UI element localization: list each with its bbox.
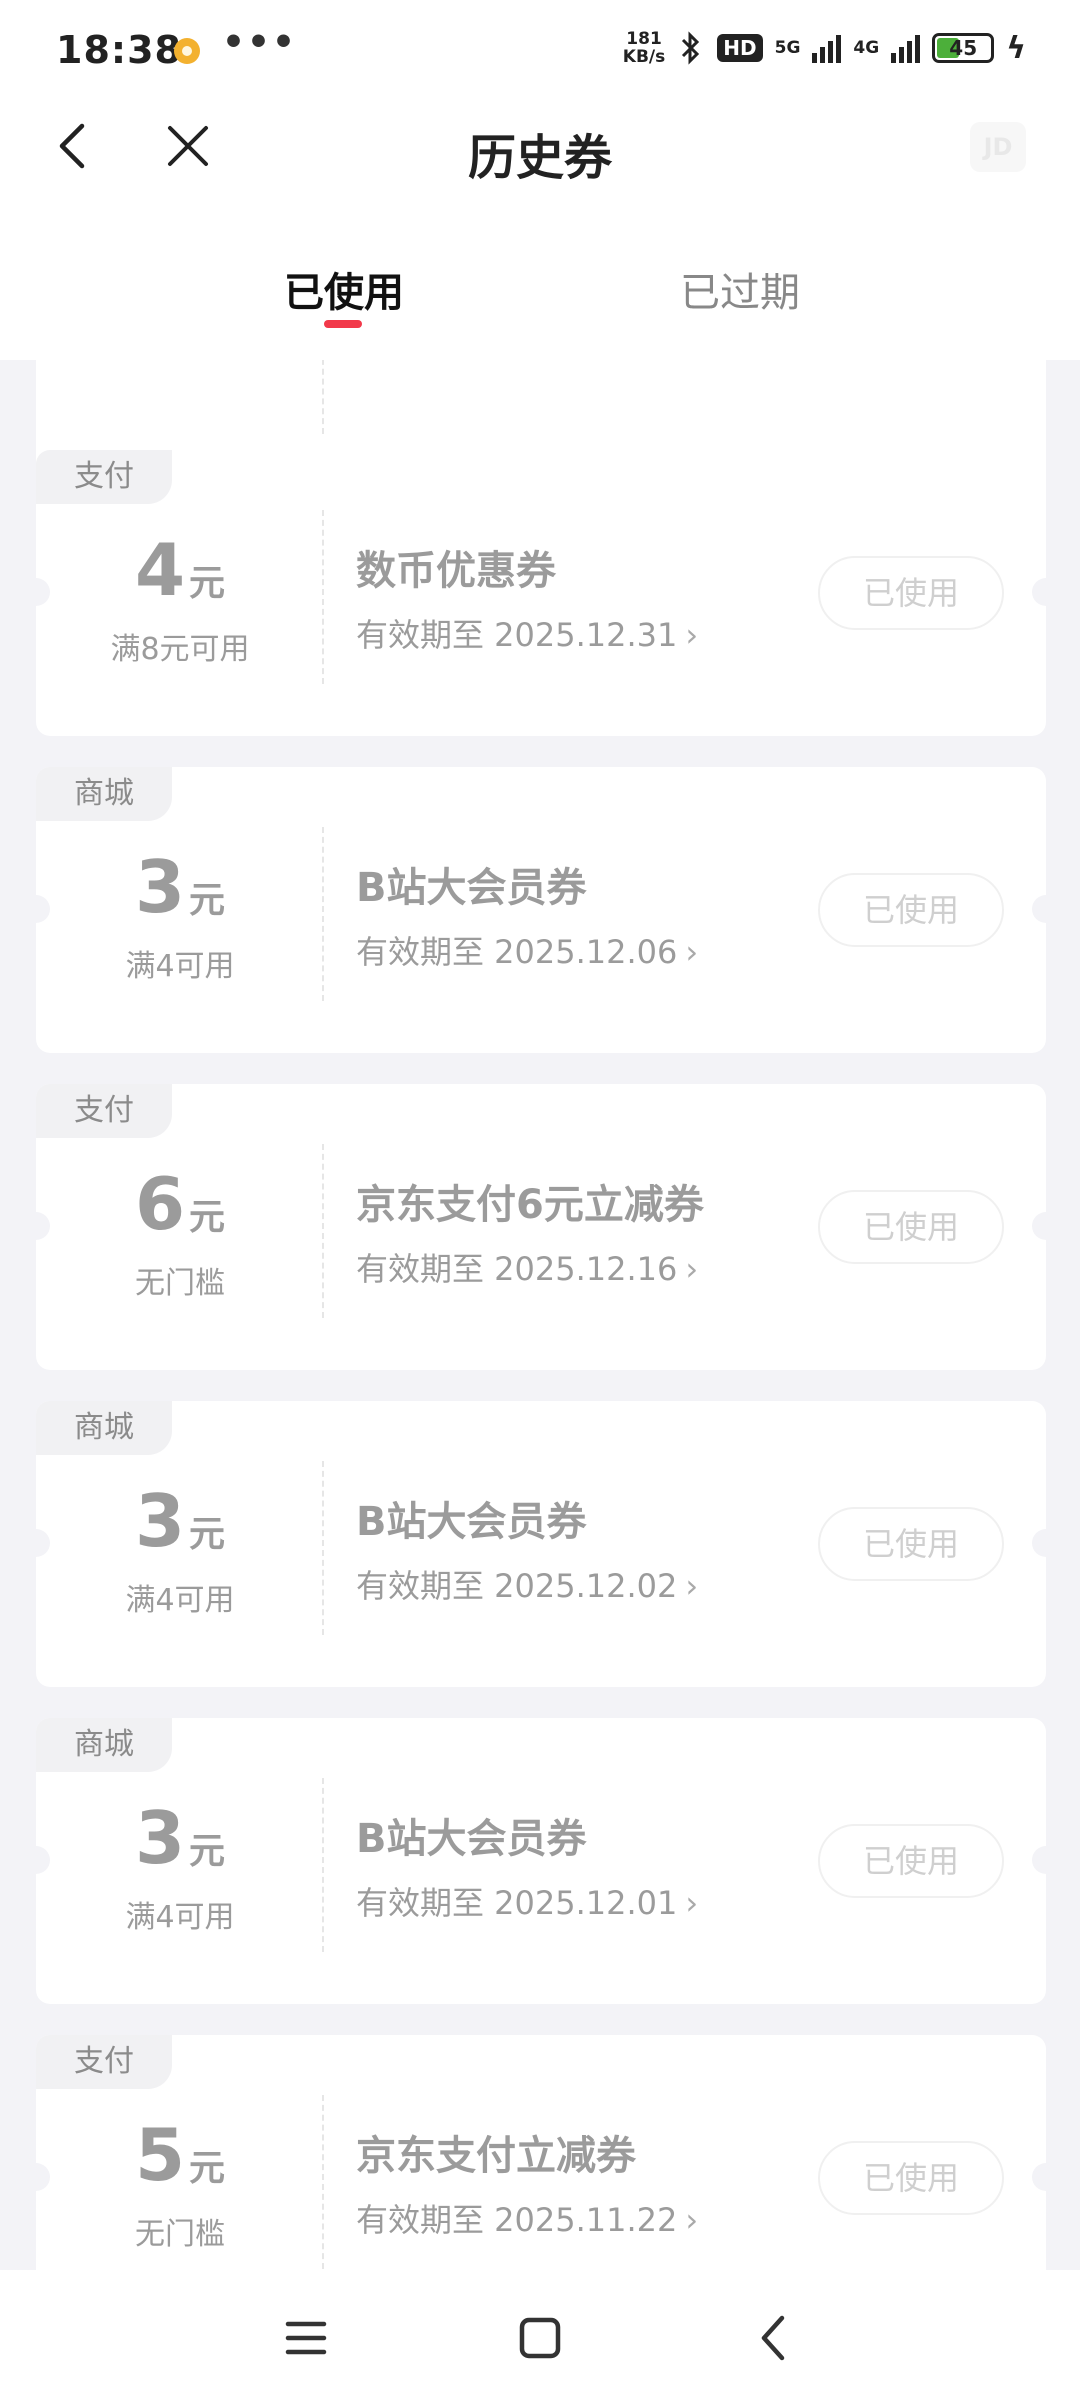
signal-4g-icon bbox=[891, 33, 921, 63]
coupon-amount: 6元 bbox=[134, 1162, 226, 1246]
page-title: 历史券 bbox=[467, 130, 612, 186]
used-status-button[interactable]: 已使用 bbox=[818, 873, 1004, 947]
chevron-right-icon: › bbox=[685, 933, 699, 971]
coupon-amount: 3元 bbox=[134, 1479, 226, 1563]
chevron-right-icon: › bbox=[685, 1250, 699, 1288]
coupon-condition: 无门槛 bbox=[135, 2217, 225, 2252]
coupon-name: 京东支付立减券 bbox=[356, 2133, 636, 2179]
coupon-card[interactable]: 商城 3元 满4可用 B站大会员券 有效期至 2025.12.02 › 已使用 bbox=[36, 1401, 1046, 1687]
used-status-button[interactable]: 已使用 bbox=[818, 1190, 1004, 1264]
used-status-button[interactable]: 已使用 bbox=[818, 556, 1004, 630]
coupon-condition: 满4可用 bbox=[125, 949, 235, 984]
coupon-name: 数币优惠券 bbox=[356, 548, 556, 594]
coupon-validity[interactable]: 有效期至 2025.12.01 › bbox=[356, 1878, 698, 1924]
coupon-tag: 商城 bbox=[36, 1718, 172, 1772]
network-4g-label: 4G bbox=[853, 38, 880, 58]
coupon-tag: 支付 bbox=[36, 1084, 172, 1138]
coupon-tag: 支付 bbox=[36, 2035, 172, 2089]
coupon-amount: 3元 bbox=[134, 1796, 226, 1880]
coupon-validity[interactable]: 有效期至 2025.12.16 › bbox=[356, 1244, 698, 1290]
coupon-list[interactable]: 支付 4元 满8元可用 数币优惠券 有效期至 2025.12.31 › 已使用 商… bbox=[0, 360, 1080, 2270]
back-nav-icon[interactable] bbox=[744, 2308, 804, 2368]
coupon-validity[interactable]: 有效期至 2025.12.02 › bbox=[356, 1561, 698, 1607]
coupon-name: 京东支付6元立减券 bbox=[356, 1182, 704, 1228]
used-status-button[interactable]: 已使用 bbox=[818, 1507, 1004, 1581]
coupon-tag: 商城 bbox=[36, 1401, 172, 1455]
coupon-amount: 3元 bbox=[134, 845, 226, 929]
network-5g-label: 5G bbox=[774, 38, 801, 58]
coupon-card[interactable]: 支付 5元 无门槛 京东支付立减券 有效期至 2025.11.22 › 已使用 bbox=[36, 2035, 1046, 2270]
bluetooth-icon bbox=[682, 31, 700, 65]
coupon-card[interactable]: 商城 3元 满4可用 B站大会员券 有效期至 2025.12.06 › 已使用 bbox=[36, 767, 1046, 1053]
page-header: 历史券 JD 已使用 已过期 bbox=[0, 100, 1080, 360]
coupon-name: B站大会员券 bbox=[356, 865, 587, 911]
system-nav-bar bbox=[0, 2270, 1080, 2400]
used-status-button[interactable]: 已使用 bbox=[818, 1824, 1004, 1898]
charging-icon: ϟ bbox=[1006, 30, 1026, 66]
battery-icon: 45 bbox=[932, 33, 995, 63]
network-speed: 181 KB/s bbox=[623, 30, 665, 66]
hd-icon: HD bbox=[717, 34, 763, 62]
status-bar: 18:38 ••• 181 KB/s HD 5G 4G 45 ϟ bbox=[0, 0, 1080, 100]
more-notifications-icon: ••• bbox=[222, 22, 298, 63]
coupon-validity[interactable]: 有效期至 2025.12.31 › bbox=[356, 610, 698, 656]
notification-icon bbox=[174, 38, 200, 64]
coupon-validity[interactable]: 有效期至 2025.11.22 › bbox=[356, 2195, 698, 2241]
network-speed-unit: KB/s bbox=[622, 47, 666, 67]
chevron-right-icon: › bbox=[685, 1884, 699, 1922]
coupon-validity[interactable]: 有效期至 2025.12.06 › bbox=[356, 927, 698, 973]
coupon-card[interactable]: 支付 4元 满8元可用 数币优惠券 有效期至 2025.12.31 › 已使用 bbox=[36, 450, 1046, 736]
coupon-condition: 满4可用 bbox=[125, 1900, 235, 1935]
coupon-card[interactable]: 支付 6元 无门槛 京东支付6元立减券 有效期至 2025.12.16 › 已使用 bbox=[36, 1084, 1046, 1370]
home-icon[interactable] bbox=[510, 2308, 570, 2368]
status-time: 18:38 bbox=[56, 28, 182, 72]
tab-expired[interactable]: 已过期 bbox=[680, 260, 800, 318]
status-icons: 181 KB/s HD 5G 4G 45 ϟ bbox=[623, 30, 1026, 66]
coupon-condition: 满4可用 bbox=[125, 1583, 235, 1618]
used-status-button[interactable]: 已使用 bbox=[818, 2141, 1004, 2215]
active-tab-indicator bbox=[324, 320, 362, 328]
chevron-right-icon: › bbox=[685, 1567, 699, 1605]
coupon-name: B站大会员券 bbox=[356, 1816, 587, 1862]
coupon-name: B站大会员券 bbox=[356, 1499, 587, 1545]
network-speed-value: 181 bbox=[626, 29, 662, 49]
signal-5g-icon bbox=[812, 33, 842, 63]
coupon-condition: 满8元可用 bbox=[110, 632, 250, 667]
chevron-right-icon: › bbox=[685, 2201, 699, 2239]
coupon-tag: 商城 bbox=[36, 767, 172, 821]
menu-icon[interactable] bbox=[276, 2308, 336, 2368]
coupon-amount: 4元 bbox=[134, 528, 226, 612]
battery-level: 45 bbox=[949, 36, 978, 60]
tab-used[interactable]: 已使用 bbox=[284, 260, 404, 318]
jd-logo-icon: JD bbox=[970, 122, 1026, 172]
coupon-condition: 无门槛 bbox=[135, 1266, 225, 1301]
chevron-right-icon: › bbox=[685, 616, 699, 654]
coupon-tag: 支付 bbox=[36, 450, 172, 504]
coupon-card[interactable]: 商城 3元 满4可用 B站大会员券 有效期至 2025.12.01 › 已使用 bbox=[36, 1718, 1046, 2004]
coupon-amount: 5元 bbox=[134, 2113, 226, 2197]
